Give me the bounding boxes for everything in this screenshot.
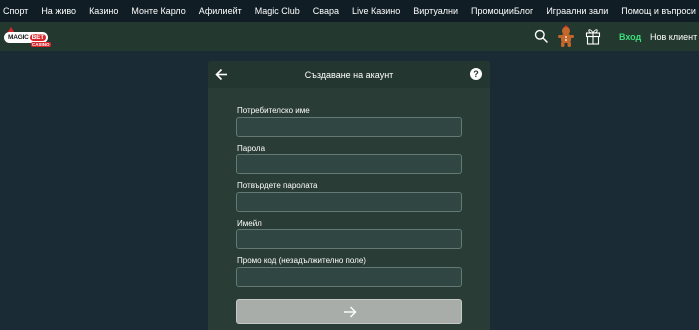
submit-button[interactable]	[236, 299, 462, 324]
nav-item-gaming-halls[interactable]: Играални зали	[546, 6, 608, 16]
nav-item-magic-club[interactable]: Magic Club	[255, 6, 300, 16]
logo-casino-tag: CASINO	[31, 42, 51, 47]
nav-item-virtual[interactable]: Виртуални	[413, 6, 458, 16]
nav-item-blog[interactable]: Блог	[514, 6, 533, 16]
gingerbread-icon[interactable]	[556, 24, 576, 53]
register-link[interactable]: Нов клиент	[650, 32, 697, 42]
modal-title: Създаване на акаунт	[304, 70, 394, 80]
nav-item-live[interactable]: На живо	[41, 6, 76, 16]
password-field[interactable]	[236, 154, 462, 174]
confirm-password-label: Потвърдете паролата	[237, 181, 318, 190]
arrow-right-icon	[344, 306, 357, 318]
modal-header: Създаване на акаунт ?	[208, 61, 490, 88]
promo-code-field[interactable]	[236, 267, 462, 287]
nav-item-live-casino[interactable]: Live Казино	[352, 6, 400, 16]
gift-icon[interactable]	[585, 27, 601, 50]
magicbet-logo[interactable]: MAGIC BET CASINO	[4, 27, 51, 47]
email-label: Имейл	[237, 219, 262, 228]
username-field[interactable]	[236, 117, 462, 137]
confirm-password-field[interactable]	[236, 192, 462, 212]
login-link[interactable]: Вход	[619, 32, 641, 42]
search-icon[interactable]	[534, 29, 548, 48]
password-label: Парола	[237, 144, 266, 153]
nav-item-svara[interactable]: Свара	[313, 6, 339, 16]
username-label: Потребителско име	[237, 106, 310, 115]
promo-code-label: Промо код (незадължително поле)	[237, 256, 366, 265]
email-field[interactable]	[236, 229, 462, 249]
nav-item-affiliate[interactable]: Афилиейт	[199, 6, 242, 16]
nav-item-casino[interactable]: Казино	[89, 6, 118, 16]
secondary-menu: Блог Играални зали Помощ и въпроси	[514, 6, 699, 16]
nav-item-promotions[interactable]: Промоции	[471, 6, 514, 16]
top-navigation: Спорт На живо Казино Монте Карло Афилией…	[0, 0, 699, 22]
main-menu: Спорт На живо Казино Монте Карло Афилией…	[0, 6, 514, 16]
nav-item-help[interactable]: Помощ и въпроси	[621, 6, 696, 16]
question-circle-icon[interactable]: ?	[470, 68, 482, 80]
nav-item-monte-carlo[interactable]: Монте Карло	[131, 6, 185, 16]
nav-item-sport[interactable]: Спорт	[3, 6, 28, 16]
create-account-modal: Създаване на акаунт ? Потребителско име …	[208, 61, 490, 330]
